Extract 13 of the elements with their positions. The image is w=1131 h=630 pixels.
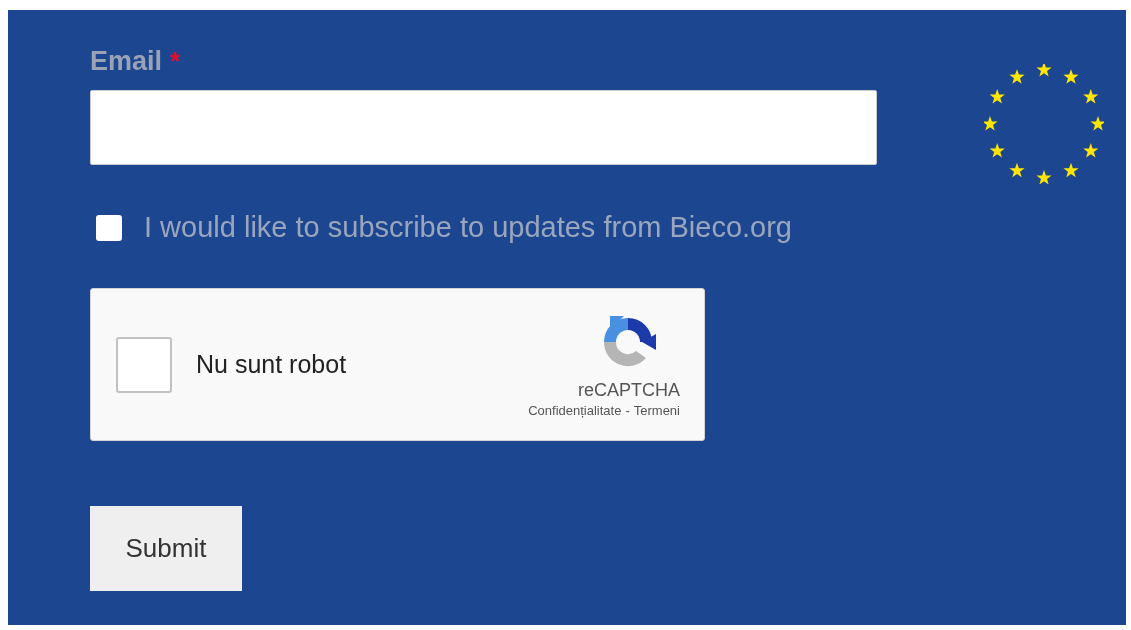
email-label: Email bbox=[90, 46, 163, 77]
captcha-brand: reCAPTCHA bbox=[578, 379, 680, 401]
privacy-link[interactable]: Confidențialitate bbox=[528, 402, 622, 418]
link-separator: - bbox=[625, 402, 630, 418]
required-mark: * bbox=[170, 46, 181, 77]
submit-button[interactable]: Submit bbox=[90, 506, 242, 591]
subscribe-checkbox[interactable] bbox=[96, 214, 122, 241]
captcha-checkbox[interactable] bbox=[116, 336, 172, 393]
stars-circle-icon bbox=[984, 64, 1104, 184]
captcha-label: Nu sunt robot bbox=[196, 350, 348, 379]
terms-link[interactable]: Termeni bbox=[633, 402, 680, 418]
email-input[interactable] bbox=[90, 90, 877, 165]
subscribe-label: I would like to subscribe to updates from Bieco.org bbox=[144, 211, 792, 244]
